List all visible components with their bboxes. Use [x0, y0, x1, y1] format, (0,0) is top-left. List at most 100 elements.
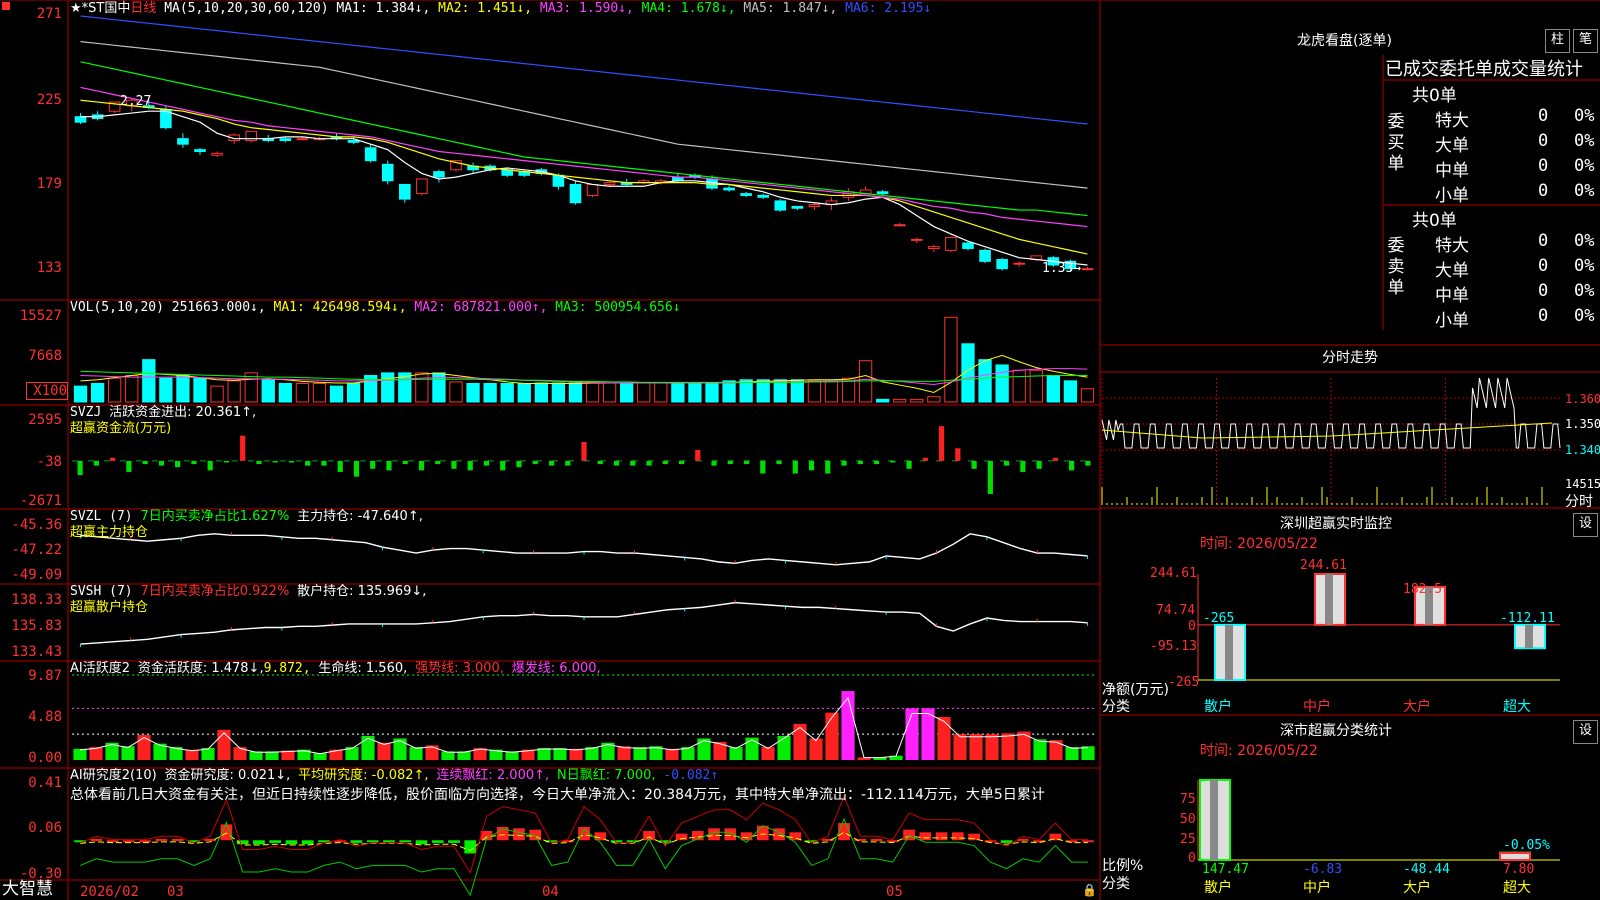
research-ytick-1: 0.41: [28, 775, 62, 791]
volume-bar: [773, 379, 787, 403]
lhb-sell-row-3-name: 中单: [1435, 286, 1469, 306]
svsh-ytick-3: 133.43: [11, 644, 62, 660]
classify-xlabel: 分类: [1102, 876, 1130, 892]
volume-bar: [346, 382, 361, 403]
active-bar: [1001, 733, 1015, 760]
monitor-ytick-1: 244.61: [1150, 566, 1197, 581]
research-v4: N日飘红: 7.000,: [556, 768, 656, 783]
classify-label-1: 147.47: [1202, 862, 1249, 877]
candle-body: [1013, 262, 1025, 265]
monitor-settings-button[interactable]: 设: [1573, 513, 1598, 537]
monitor-xlabel: 分类: [1102, 699, 1130, 715]
candle-body: [1081, 268, 1094, 271]
intraday-time-label[interactable]: 分时: [1565, 494, 1593, 510]
vol-ytick-1: 15527: [19, 308, 62, 324]
candle-body: [928, 246, 940, 250]
candle-body: [996, 259, 1008, 270]
research-bar: [838, 823, 850, 841]
candle-body: [945, 237, 957, 251]
volume-bar: [1012, 369, 1026, 403]
classify-cat-4: 超大: [1503, 880, 1531, 896]
main-ytick-3: 179: [36, 176, 62, 192]
svzj-bar: [857, 460, 863, 465]
ma-line-2: [80, 99, 1088, 255]
classify-settings-button[interactable]: 设: [1573, 720, 1598, 744]
trading-chart-canvas[interactable]: [0, 0, 1600, 900]
active-v2: 9.872,: [263, 661, 311, 676]
candle-body: [962, 242, 974, 250]
monitor-ylabel: 净额(万元): [1102, 682, 1169, 698]
svzj-bar: [1020, 460, 1026, 472]
svzj-bar: [743, 460, 750, 465]
research-bar: [301, 840, 314, 845]
candle-body: [416, 178, 428, 195]
active-bar: [985, 734, 999, 760]
candle-body: [723, 187, 735, 191]
vol-unit-badge[interactable]: X100: [26, 382, 68, 400]
svzj-bar: [435, 460, 441, 465]
candle-body: [911, 238, 923, 241]
volume-bar: [415, 372, 429, 403]
svzj-bar: [175, 460, 181, 468]
svzj-bar: [240, 435, 246, 461]
research-bar: [935, 832, 948, 841]
classify-ytick-4: 0: [1188, 851, 1196, 866]
lhb-sell-row-2-pct: 0%: [1574, 256, 1595, 276]
vol-value: 251663.000↓,: [171, 300, 266, 315]
active-bar: [361, 735, 375, 760]
svzj-bar: [451, 460, 457, 469]
lock-icon[interactable]: 🔒: [1082, 882, 1097, 898]
classify-date: 时间: 2026/05/22: [1200, 743, 1318, 759]
research-bar: [399, 840, 412, 843]
monitor-label-1: -265: [1203, 611, 1235, 626]
research-ytick-2: 0.06: [28, 820, 62, 836]
main-ytick-4: 133: [36, 260, 62, 276]
lhb-sell-row-4-name: 小单: [1435, 311, 1469, 331]
classify-ylabel: 比例%: [1102, 858, 1144, 874]
classify-ytick-3: 25: [1180, 832, 1196, 847]
svzl-value: 主力持仓: -47.640↑,: [297, 509, 423, 524]
lhb-bar-button[interactable]: 柱: [1545, 29, 1570, 53]
active-ytick-3: 0.00: [28, 750, 62, 766]
ma5-value: MA5: 1.847↓,: [743, 1, 838, 16]
svzj-bar: [841, 460, 847, 466]
vol-label: VOL(5,10,20): [70, 300, 164, 315]
active-bar: [73, 748, 87, 760]
ma2-value: MA2: 1.451↓,: [438, 1, 533, 16]
svzj-bar: [370, 460, 376, 469]
research-bar: [464, 840, 477, 854]
candle-body: [211, 152, 223, 156]
candle-body: [381, 163, 394, 182]
svzj-bar: [110, 457, 116, 461]
research-label: AI研究度2(10): [70, 768, 157, 783]
intraday-price-3: 1.340: [1565, 443, 1600, 457]
lhb-tick-button[interactable]: 笔: [1573, 29, 1598, 53]
active-bar: [665, 748, 679, 760]
active-bar: [377, 742, 391, 760]
classify-label-3: -48.44: [1403, 862, 1450, 877]
svzj-subtitle: 超赢资金流(万元): [70, 421, 172, 436]
svzj-ytick-1: 2595: [28, 412, 62, 428]
period-label[interactable]: 日线: [130, 1, 156, 16]
volume-bar: [381, 372, 395, 403]
volume-bar: [893, 398, 907, 403]
research-bar: [1082, 840, 1094, 843]
candle-body: [979, 249, 991, 262]
candle-body: [757, 194, 769, 198]
volume-bar: [176, 375, 190, 403]
svzj-bar: [483, 460, 490, 466]
active-bar: [569, 748, 583, 760]
research-bar: [269, 840, 282, 843]
svzj-bar: [955, 448, 961, 461]
ma-line-6: [80, 15, 1088, 125]
research-v2: 平均研究度: -0.082↑,: [298, 768, 429, 783]
lhb-buy-row-4-pct: 0%: [1574, 181, 1595, 201]
active-bar: [633, 747, 647, 760]
svzj-bar: [1052, 457, 1058, 461]
active-v4: 强势线: 3.000,: [415, 661, 504, 676]
research-bar: [675, 833, 688, 841]
research-bar: [123, 840, 135, 843]
monitor-ytick-2: 74.74: [1156, 603, 1196, 618]
lhb-sell-row-4-count: 0: [1538, 306, 1549, 326]
svzj-bar: [500, 460, 506, 471]
